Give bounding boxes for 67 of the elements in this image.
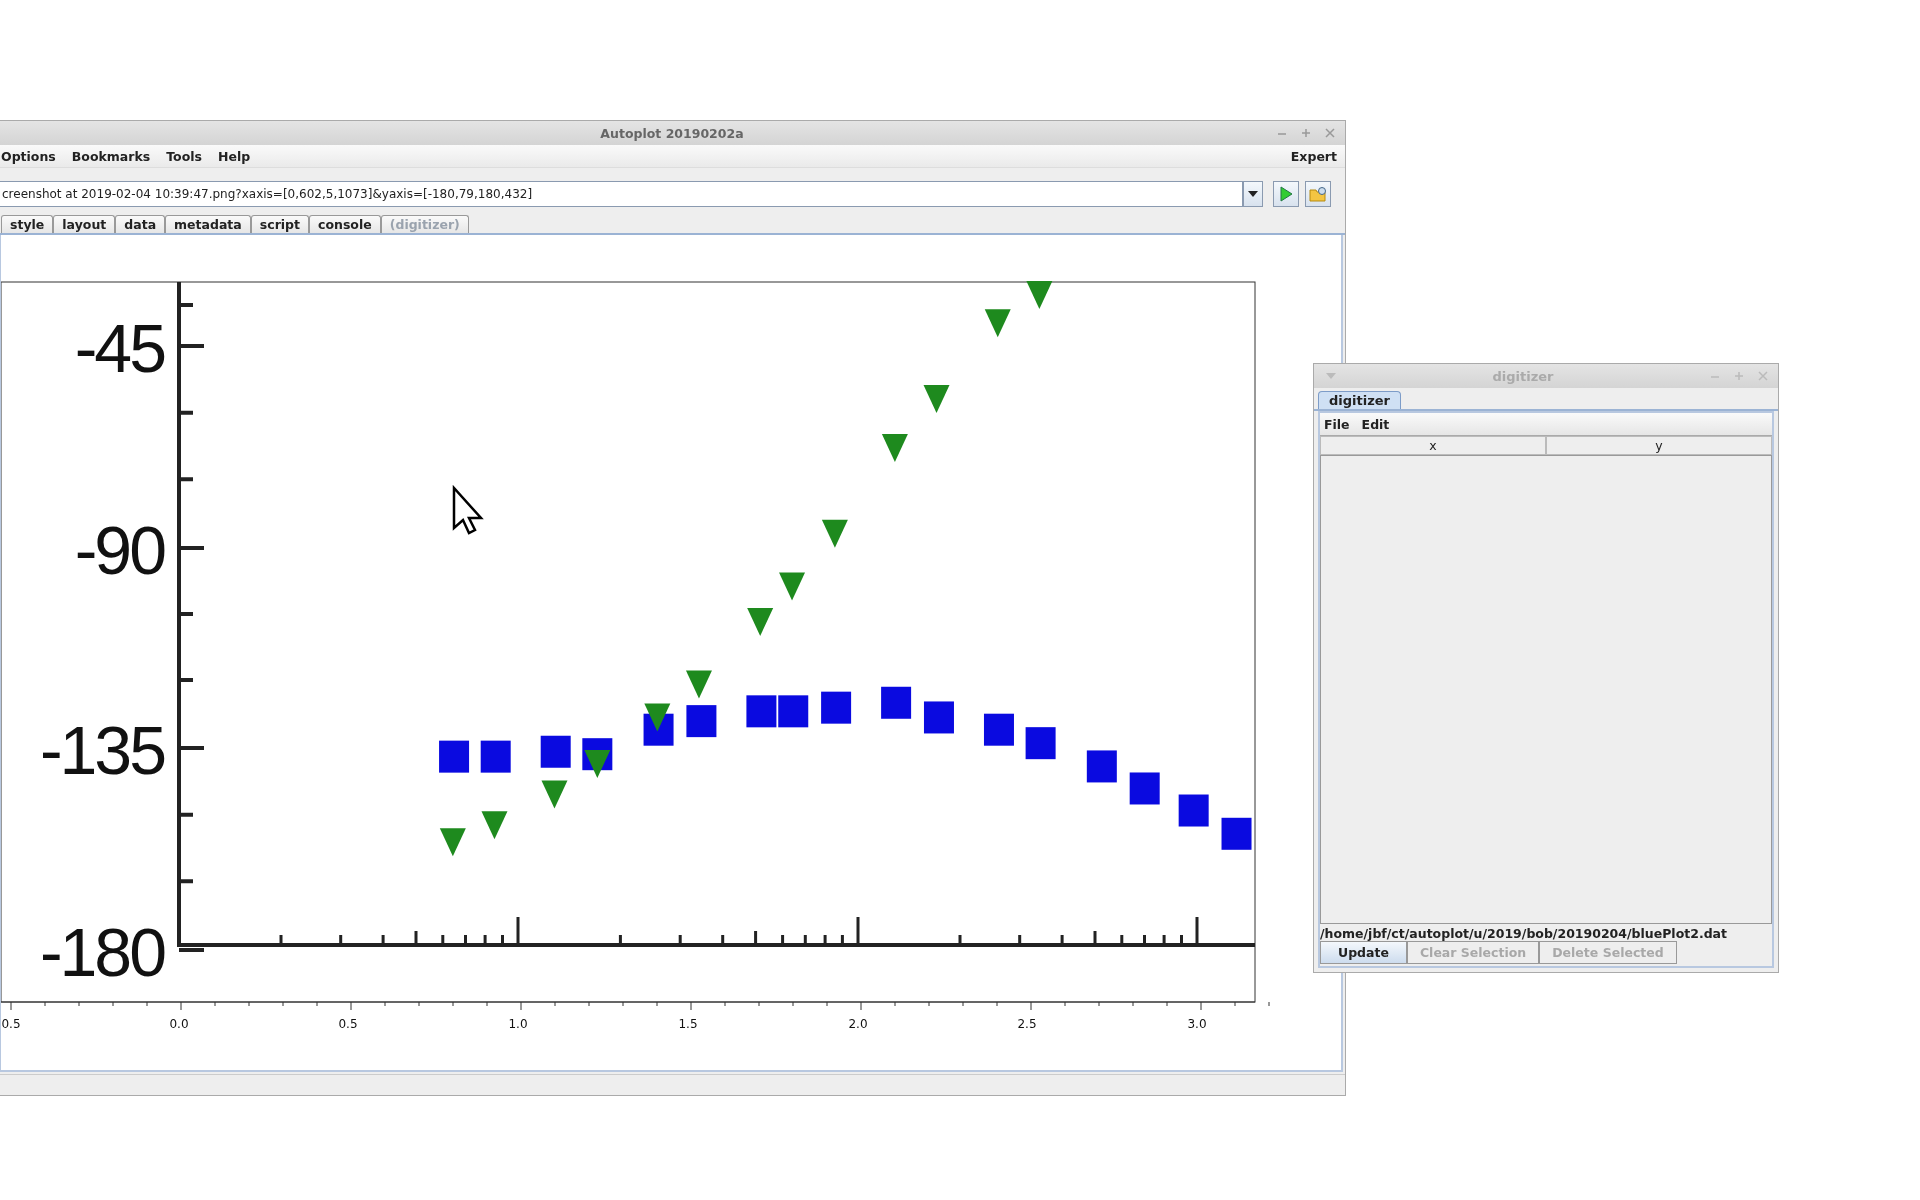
window-title: Autoplot 20190202a: [600, 125, 744, 141]
folder-icon: [1309, 186, 1327, 202]
square-marker: [686, 705, 717, 738]
tab[interactable]: script: [250, 215, 310, 233]
triangle-marker: [984, 309, 1011, 338]
triangle-marker: [584, 750, 611, 778]
tab[interactable]: metadata: [165, 215, 251, 233]
cursor-icon: [452, 484, 484, 535]
maximize-icon[interactable]: [1301, 128, 1311, 138]
triangle-marker: [881, 434, 908, 463]
column-header[interactable]: x: [1320, 436, 1546, 455]
menu-item[interactable]: File: [1324, 416, 1350, 432]
square-marker: [1129, 772, 1160, 805]
menu-item[interactable]: Tools: [166, 148, 202, 164]
axis-label: -90: [74, 512, 164, 588]
triangle-marker: [779, 572, 806, 601]
triangle-marker: [747, 607, 774, 636]
maximize-icon[interactable]: [1734, 371, 1744, 381]
tab[interactable]: style: [1, 215, 54, 233]
close-icon[interactable]: [1325, 128, 1335, 138]
address-field[interactable]: creenshot at 2019-02-04 10:39:47.png?xaxis=[0,602,5,1073]&yaxis=[-180,79,180,432]: [0, 181, 1243, 207]
dropdown-button[interactable]: [1243, 181, 1263, 207]
browse-button[interactable]: [1305, 181, 1331, 207]
tick-label: 0.5: [338, 1017, 358, 1031]
square-marker: [1086, 750, 1117, 783]
square-marker: [439, 740, 470, 773]
tab[interactable]: data: [115, 215, 166, 233]
tab[interactable]: layout: [53, 215, 116, 233]
menu-item[interactable]: Options: [1, 148, 56, 164]
tab[interactable]: console: [309, 215, 381, 233]
tick-label: 2.0: [848, 1017, 868, 1031]
square-marker: [746, 695, 777, 728]
menu-item[interactable]: Expert: [1290, 148, 1337, 164]
triangle-marker: [923, 385, 950, 414]
menu-item[interactable]: Edit: [1361, 416, 1390, 432]
tick-label: 3.0: [1187, 1017, 1207, 1031]
column-header[interactable]: y: [1546, 436, 1772, 455]
axis-label: -180: [39, 914, 164, 990]
tick-label: 0.0: [169, 1017, 189, 1031]
triangle-marker: [1026, 281, 1053, 309]
menu-item[interactable]: Help: [217, 148, 251, 164]
tick-label: 2.5: [1017, 1017, 1037, 1031]
axis-label: -135: [39, 712, 164, 788]
square-marker: [881, 686, 912, 719]
action-button[interactable]: Update: [1320, 941, 1407, 964]
square-marker: [923, 701, 954, 734]
tab[interactable]: digitizer: [1318, 391, 1401, 409]
triangle-marker: [481, 811, 508, 840]
triangle-marker: [821, 519, 848, 548]
square-marker: [1025, 727, 1056, 760]
play-icon: [1279, 186, 1293, 202]
tick-label: 0.5: [1, 1017, 21, 1031]
play-button[interactable]: [1273, 181, 1299, 207]
axis-label: -45: [74, 310, 164, 386]
tick-label: 1.0: [508, 1017, 528, 1031]
file-path: /home/jbf/ct/autoplot/u/2019/bob/20190204/bluePlot2.dat: [1320, 925, 1728, 941]
menu-item[interactable]: Bookmarks: [71, 148, 151, 164]
close-icon[interactable]: [1758, 371, 1768, 381]
tick-label: 1.5: [678, 1017, 698, 1031]
square-marker: [821, 691, 852, 724]
window-menu-icon[interactable]: [1326, 373, 1336, 379]
caret-icon: [1248, 191, 1258, 197]
triangle-marker: [541, 780, 568, 809]
triangle-marker: [439, 828, 466, 857]
triangle-marker: [685, 670, 712, 699]
square-marker: [778, 695, 809, 728]
triangle-marker: [644, 703, 671, 732]
